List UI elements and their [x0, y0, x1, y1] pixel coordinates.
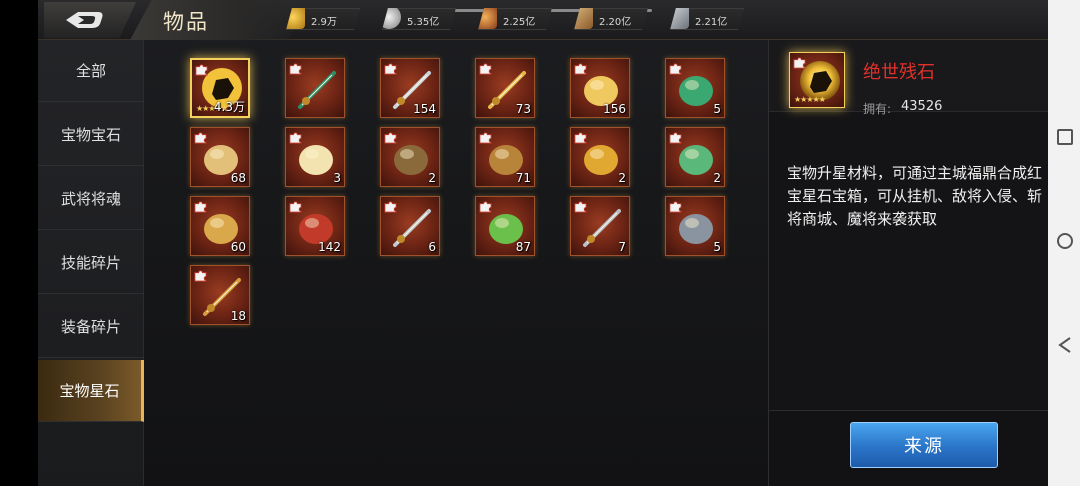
puzzle-piece-icon [669, 132, 682, 144]
title-plate [130, 0, 310, 40]
silver-coin-icon [382, 8, 401, 29]
item-quantity: 2 [713, 171, 721, 185]
puzzle-piece-icon [574, 201, 587, 213]
iron-ingot-icon [670, 8, 689, 29]
tab-skill-fragments[interactable]: 技能碎片 [38, 232, 144, 294]
puzzle-piece-icon [669, 63, 682, 75]
item-slot[interactable]: 60 [190, 196, 250, 256]
puzzle-piece-icon [384, 132, 397, 144]
item-quantity: 156 [603, 102, 626, 116]
puzzle-piece-icon [479, 132, 492, 144]
item-slot[interactable] [285, 58, 345, 118]
item-quantity: 18 [230, 309, 246, 323]
item-quantity: 154 [413, 102, 436, 116]
item-quantity: 2 [428, 171, 436, 185]
item-detail-panel: ★★★★★ 绝世残石 拥有: 43526 宝物升星材料，可通过主城福鼎合成红宝星… [768, 40, 1048, 486]
detail-item-icon: ★★★★★ [789, 52, 845, 108]
item-slot[interactable]: 18 [190, 265, 250, 325]
item-quantity: 142 [318, 240, 341, 254]
item-slot[interactable]: 5 [665, 196, 725, 256]
item-slot[interactable]: 156 [570, 58, 630, 118]
item-quantity: 71 [515, 171, 531, 185]
item-quantity: 73 [515, 102, 531, 116]
item-quantity: 5 [713, 102, 721, 116]
item-quantity: 3 [333, 171, 341, 185]
item-slot[interactable]: 68 [190, 127, 250, 187]
item-slot[interactable]: 2 [665, 127, 725, 187]
resource-iron[interactable]: 2.21亿 [670, 8, 744, 30]
home-icon[interactable] [1056, 232, 1074, 250]
item-quantity: 5 [713, 240, 721, 254]
puzzle-piece-icon [194, 270, 207, 282]
puzzle-piece-icon [194, 132, 207, 144]
owned-label: 拥有: [863, 102, 892, 116]
puzzle-piece-icon [479, 201, 492, 213]
top-bar: 物品 2.9万 5.35亿 2.25亿 2.20亿 2.21亿 [38, 0, 1048, 40]
item-quantity: 2 [618, 171, 626, 185]
resource-food[interactable]: 2.25亿 [478, 8, 552, 30]
item-quantity: 6 [428, 240, 436, 254]
resource-silver[interactable]: 5.35亿 [382, 8, 456, 30]
item-slot[interactable]: 154 [380, 58, 440, 118]
puzzle-piece-icon [574, 132, 587, 144]
item-description: 宝物升星材料，可通过主城福鼎合成红宝星石宝箱，可从挂机、敌将入侵、斩将商城、魔将… [787, 164, 1043, 228]
item-quantity: 68 [230, 171, 246, 185]
page-title: 物品 [163, 10, 209, 34]
recent-apps-icon[interactable] [1056, 128, 1074, 146]
puzzle-piece-icon [574, 63, 587, 75]
back-arrow-icon [66, 12, 103, 28]
owned-count: 43526 [901, 99, 943, 114]
resource-wood[interactable]: 2.20亿 [574, 8, 648, 30]
item-quantity: 60 [230, 240, 246, 254]
resource-gold[interactable]: 2.9万 [286, 8, 360, 30]
item-slot[interactable]: 5 [665, 58, 725, 118]
game-screen: 物品 2.9万 5.35亿 2.25亿 2.20亿 2.21亿 全部 宝物宝石 … [38, 0, 1048, 486]
star-rating: ★★★★★ [794, 95, 826, 104]
item-slot[interactable]: 71 [475, 127, 535, 187]
item-slot[interactable]: ★★★★★ 4.3万 [190, 58, 250, 118]
system-nav-bar [1048, 0, 1080, 486]
tab-all[interactable]: 全部 [38, 40, 144, 102]
category-sidebar: 全部 宝物宝石 武将将魂 技能碎片 装备碎片 宝物星石 [38, 40, 144, 486]
puzzle-piece-icon [289, 63, 302, 75]
back-button[interactable] [44, 2, 136, 38]
puzzle-piece-icon [289, 201, 302, 213]
item-quantity: 7 [618, 240, 626, 254]
tab-treasure-gems[interactable]: 宝物宝石 [38, 104, 144, 166]
item-grid: ★★★★★ 4.3万 154 73 156 5 68 3 2 71 2 2 60 142 6 87 7 5 18 [190, 58, 750, 338]
item-slot[interactable]: 73 [475, 58, 535, 118]
tab-treasure-starstones[interactable]: 宝物星石 [38, 360, 144, 422]
item-slot[interactable]: 7 [570, 196, 630, 256]
puzzle-piece-icon [384, 201, 397, 213]
puzzle-piece-icon [669, 201, 682, 213]
item-slot[interactable]: 6 [380, 196, 440, 256]
puzzle-piece-icon [194, 201, 207, 213]
puzzle-piece-icon [384, 63, 397, 75]
puzzle-piece-icon [289, 132, 302, 144]
item-slot[interactable]: 2 [380, 127, 440, 187]
tab-equipment-fragments[interactable]: 装备碎片 [38, 296, 144, 358]
item-quantity: 87 [515, 240, 531, 254]
item-slot[interactable]: 142 [285, 196, 345, 256]
puzzle-piece-icon [195, 64, 208, 76]
source-button[interactable]: 来源 [850, 422, 998, 468]
item-slot[interactable]: 87 [475, 196, 535, 256]
item-slot[interactable]: 3 [285, 127, 345, 187]
item-quantity: 4.3万 [213, 100, 245, 114]
tab-general-souls[interactable]: 武将将魂 [38, 168, 144, 230]
back-nav-icon[interactable] [1056, 336, 1074, 354]
puzzle-piece-icon [479, 63, 492, 75]
item-name: 绝世残石 [863, 62, 935, 83]
item-slot[interactable]: 2 [570, 127, 630, 187]
left-black-strip [0, 0, 38, 486]
